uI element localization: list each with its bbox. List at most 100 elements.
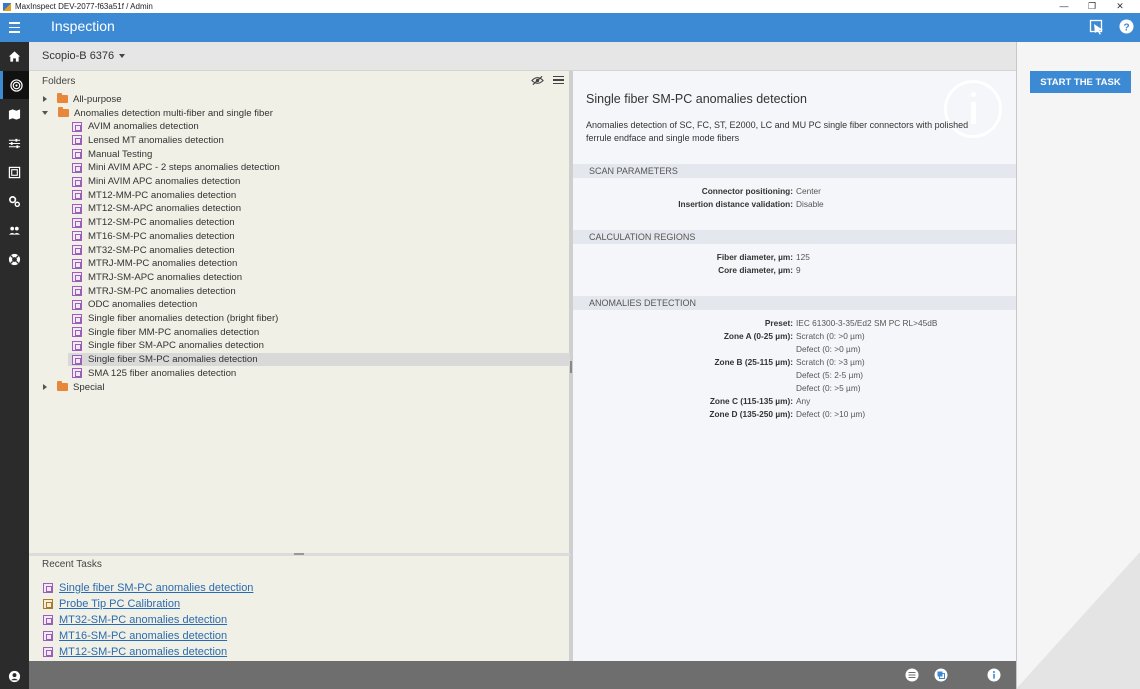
param-key: Zone C (115-135 µm): xyxy=(709,396,793,406)
param-key: Insertion distance validation: xyxy=(678,199,793,209)
bottom-toolbar xyxy=(29,661,1016,689)
recent-task-item[interactable]: MT12-SM-PC anomalies detection xyxy=(43,645,227,659)
task-icon xyxy=(72,190,82,201)
users-icon[interactable] xyxy=(0,216,29,244)
tree-label: Anomalies detection multi-fiber and sing… xyxy=(74,107,273,119)
recent-task-link[interactable]: Single fiber SM-PC anomalies detection xyxy=(59,582,253,594)
support-icon[interactable] xyxy=(0,245,29,273)
tree-item[interactable]: MT32-SM-PC anomalies detection xyxy=(71,243,235,257)
tree-item[interactable]: Single fiber anomalies detection (bright… xyxy=(71,312,278,326)
tree-label: MTRJ-SM-APC anomalies detection xyxy=(88,271,243,283)
recent-task-item[interactable]: MT16-SM-PC anomalies detection xyxy=(43,629,227,643)
recent-task-link[interactable]: MT16-SM-PC anomalies detection xyxy=(59,630,227,642)
decorative-corner xyxy=(1017,552,1140,689)
recent-task-link[interactable]: Probe Tip PC Calibration xyxy=(59,598,180,610)
task-icon xyxy=(43,631,53,641)
task-icon xyxy=(72,135,82,146)
tree-label: SMA 125 fiber anomalies detection xyxy=(88,367,237,379)
list-icon[interactable] xyxy=(905,668,919,682)
home-icon[interactable] xyxy=(0,42,29,70)
section-header: SCAN PARAMETERS xyxy=(573,164,1016,178)
param-value: Defect (0: >5 µm) xyxy=(796,383,861,393)
task-icon xyxy=(72,327,82,338)
tree-label: MTRJ-MM-PC anomalies detection xyxy=(88,258,238,270)
param-row: Fiber diameter, µm: 125 xyxy=(573,252,1016,265)
tree-item[interactable]: AVIM anomalies detection xyxy=(71,120,199,134)
tree-item[interactable]: MT12-MM-PC anomalies detection xyxy=(71,188,236,202)
param-value: Scratch (0: >0 µm) xyxy=(796,331,865,341)
expand-arrow-icon[interactable] xyxy=(43,384,47,391)
minimize-button[interactable]: — xyxy=(1050,0,1078,13)
screenshot-icon[interactable] xyxy=(1089,19,1105,35)
restore-button[interactable]: ❐ xyxy=(1078,0,1106,13)
tree-label: MT12-SM-APC anomalies detection xyxy=(88,203,242,215)
tree-item[interactable]: Manual Testing xyxy=(71,147,152,161)
task-icon xyxy=(72,203,82,214)
recent-task-link[interactable]: MT12-SM-PC anomalies detection xyxy=(59,646,227,658)
tree-label: ODC anomalies detection xyxy=(88,299,198,311)
recent-task-item[interactable]: Probe Tip PC Calibration xyxy=(43,597,180,611)
task-icon xyxy=(72,217,82,228)
param-value: Defect (0: >0 µm) xyxy=(796,344,861,354)
tree-item[interactable]: MT12-SM-PC anomalies detection xyxy=(71,216,235,230)
info-icon[interactable] xyxy=(987,668,1001,682)
help-icon[interactable]: ? xyxy=(1119,19,1134,34)
gallery-icon[interactable] xyxy=(0,158,29,186)
tree-item[interactable]: MTRJ-SM-APC anomalies detection xyxy=(71,271,242,285)
param-row: Zone A (0-25 µm): Scratch (0: >0 µm) xyxy=(573,331,1016,344)
eye-off-icon[interactable] xyxy=(531,75,544,86)
tree-item[interactable]: MTRJ-SM-PC anomalies detection xyxy=(71,284,236,298)
recent-task-link[interactable]: MT32-SM-PC anomalies detection xyxy=(59,614,227,626)
close-button[interactable]: ✕ xyxy=(1106,0,1134,13)
device-selector[interactable]: Scopio-B 6376 xyxy=(42,50,126,62)
expand-arrow-icon[interactable] xyxy=(43,96,47,103)
folders-heading: Folders xyxy=(42,76,76,87)
tree-item[interactable]: MT12-SM-APC anomalies detection xyxy=(71,202,241,216)
param-key: Zone B (25-115 µm): xyxy=(714,357,793,367)
tree-folder-all-purpose[interactable]: All-purpose xyxy=(43,93,122,107)
target-icon[interactable] xyxy=(0,71,29,99)
task-icon xyxy=(72,149,82,160)
tree-item[interactable]: Lensed MT anomalies detection xyxy=(71,134,224,148)
recent-task-item[interactable]: MT32-SM-PC anomalies detection xyxy=(43,613,227,627)
user-icon[interactable] xyxy=(0,662,29,689)
param-value: Scratch (0: >3 µm) xyxy=(796,357,865,367)
sliders-icon[interactable] xyxy=(0,129,29,157)
tree-item[interactable]: Single fiber SM-APC anomalies detection xyxy=(71,339,264,353)
param-row: Preset: IEC 61300-3-35/Ed2 SM PC RL>45dB xyxy=(573,318,1016,331)
copy-icon[interactable] xyxy=(934,668,948,682)
tree-item[interactable]: Single fiber MM-PC anomalies detection xyxy=(71,325,259,339)
start-task-button[interactable]: START THE TASK xyxy=(1030,71,1131,93)
device-name: Scopio-B 6376 xyxy=(42,50,115,62)
splitter-grip[interactable] xyxy=(294,553,304,555)
settings-icon[interactable] xyxy=(0,187,29,215)
tree-item[interactable]: SMA 125 fiber anomalies detection xyxy=(71,367,236,381)
tree-folder-special[interactable]: Special xyxy=(43,380,104,394)
param-row: Defect (0: >5 µm) xyxy=(573,383,1016,396)
tree-item[interactable]: MTRJ-MM-PC anomalies detection xyxy=(71,257,237,271)
folders-menu-icon[interactable] xyxy=(553,76,564,84)
window-titlebar: MaxInspect DEV-2077-f63a51f / Admin — ❐ … xyxy=(0,0,1140,13)
task-icon xyxy=(43,615,53,625)
task-icon xyxy=(72,313,82,324)
task-icon xyxy=(72,286,82,297)
left-nav xyxy=(0,42,29,689)
collapse-arrow-icon[interactable] xyxy=(42,111,48,116)
menu-icon[interactable] xyxy=(0,13,29,42)
param-key: Zone D (135-250 µm): xyxy=(709,409,793,419)
param-value: IEC 61300-3-35/Ed2 SM PC RL>45dB xyxy=(796,318,938,328)
task-icon xyxy=(43,647,53,657)
splitter-grip[interactable] xyxy=(570,361,572,373)
tree-label: Lensed MT anomalies detection xyxy=(88,134,224,146)
map-icon[interactable] xyxy=(0,100,29,128)
tree-folder-anomalies[interactable]: Anomalies detection multi-fiber and sing… xyxy=(42,106,273,120)
tree-item-selected[interactable]: Single fiber SM-PC anomalies detection xyxy=(68,352,570,367)
task-icon xyxy=(72,121,82,132)
tree-label: Special xyxy=(73,381,105,393)
tree-item[interactable]: ODC anomalies detection xyxy=(71,298,197,312)
calibration-icon xyxy=(43,599,53,609)
tree-item[interactable]: MT16-SM-PC anomalies detection xyxy=(71,230,235,244)
tree-item[interactable]: Mini AVIM APC - 2 steps anomalies detect… xyxy=(71,161,280,175)
tree-item[interactable]: Mini AVIM APC anomalies detection xyxy=(71,175,240,189)
recent-task-item[interactable]: Single fiber SM-PC anomalies detection xyxy=(43,581,253,595)
